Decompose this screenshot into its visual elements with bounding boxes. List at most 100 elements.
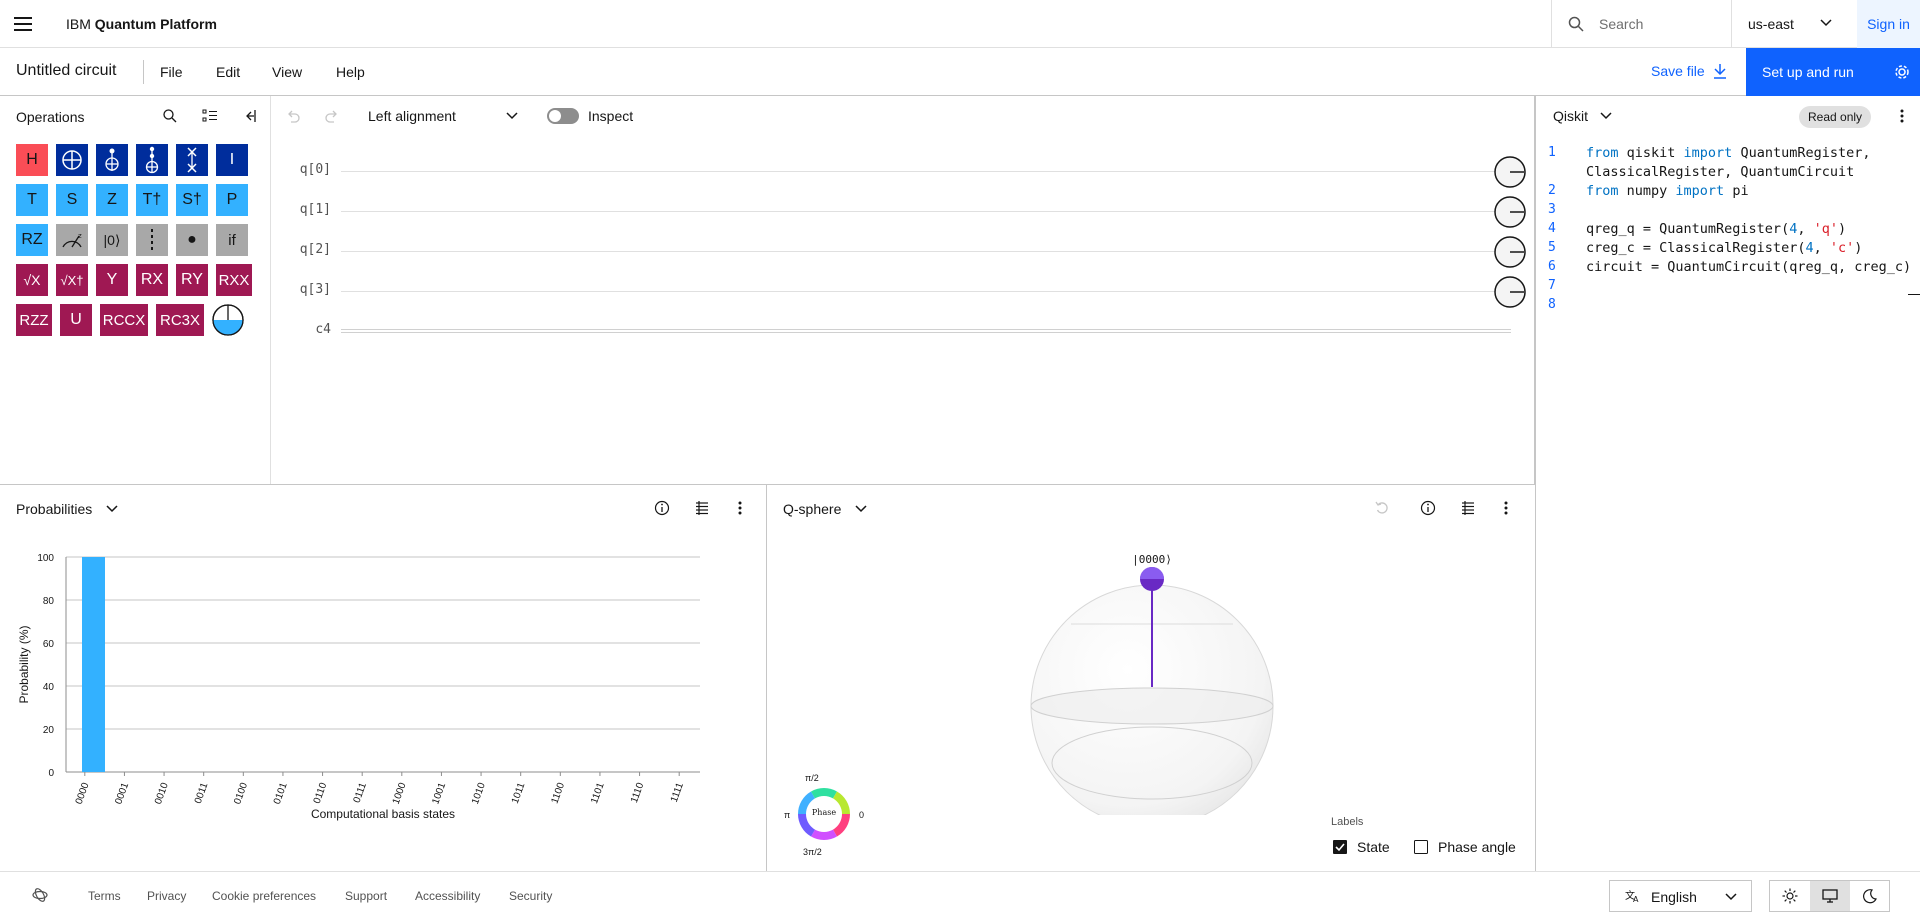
overflow-menu-icon[interactable] bbox=[1900, 108, 1904, 124]
gate-z[interactable]: Z bbox=[96, 184, 128, 216]
gear-icon[interactable] bbox=[1894, 64, 1910, 80]
gate-y[interactable]: Y bbox=[96, 264, 128, 296]
code-line[interactable]: from numpy import pi bbox=[1586, 183, 1749, 199]
info-icon[interactable] bbox=[654, 500, 670, 516]
gate-control[interactable]: ● bbox=[176, 224, 208, 256]
code-line[interactable]: circuit = QuantumCircuit(qreg_q, creg_c) bbox=[1586, 259, 1911, 275]
code-line[interactable]: qreg_q = QuantumRegister(4, 'q') bbox=[1586, 221, 1846, 237]
collapse-panel-icon[interactable] bbox=[242, 108, 258, 124]
state-checkbox[interactable]: State bbox=[1333, 839, 1390, 855]
region-select[interactable]: us-east bbox=[1731, 0, 1857, 48]
menu-file[interactable]: File bbox=[160, 64, 183, 80]
footer-link-accessibility[interactable]: Accessibility bbox=[415, 889, 480, 903]
visualization-select[interactable]: Probabilities bbox=[16, 501, 118, 517]
list-view-icon[interactable] bbox=[202, 108, 218, 124]
phase-disk-icon[interactable] bbox=[1494, 156, 1526, 188]
gate-rx[interactable]: RX bbox=[136, 264, 168, 296]
overflow-menu-icon[interactable] bbox=[738, 500, 742, 516]
gate-rccx[interactable]: RCCX bbox=[100, 304, 148, 336]
gate-ccx[interactable] bbox=[136, 144, 168, 176]
light-theme-button[interactable] bbox=[1770, 881, 1810, 911]
phase-angle-checkbox[interactable]: Phase angle bbox=[1414, 839, 1516, 855]
footer-link-privacy[interactable]: Privacy bbox=[147, 889, 186, 903]
gate-i[interactable]: I bbox=[216, 144, 248, 176]
dark-theme-button[interactable] bbox=[1850, 881, 1890, 911]
menu-help[interactable]: Help bbox=[336, 64, 365, 80]
qsphere-sphere[interactable] bbox=[1017, 545, 1287, 815]
gate-toffoli[interactable] bbox=[96, 144, 128, 176]
gate-sdg[interactable]: S† bbox=[176, 184, 208, 216]
qubit-label[interactable]: q[1] bbox=[271, 202, 331, 217]
phase-disk-icon[interactable] bbox=[1494, 236, 1526, 268]
table-view-icon[interactable] bbox=[1460, 500, 1476, 516]
gate-rzz[interactable]: RZZ bbox=[16, 304, 52, 336]
qubit-label[interactable]: q[0] bbox=[271, 162, 331, 177]
redo-icon[interactable] bbox=[324, 108, 340, 124]
language-select[interactable]: Qiskit bbox=[1553, 108, 1612, 124]
info-icon[interactable] bbox=[1420, 500, 1436, 516]
gate-tdg[interactable]: T† bbox=[136, 184, 168, 216]
scroll-indicator[interactable] bbox=[1908, 294, 1920, 295]
y-tick-label: 100 bbox=[37, 553, 54, 564]
sign-in-button[interactable]: Sign in bbox=[1857, 0, 1920, 48]
ibm-quantum-logo-icon[interactable] bbox=[31, 886, 49, 904]
alignment-select[interactable]: Left alignment bbox=[368, 108, 518, 124]
qubit-wire[interactable] bbox=[341, 251, 1511, 252]
gate-sx[interactable]: √X bbox=[16, 264, 48, 296]
qubit-wire[interactable] bbox=[341, 291, 1511, 292]
table-view-icon[interactable] bbox=[694, 500, 710, 516]
gate-rc3x[interactable]: RC3X bbox=[156, 304, 204, 336]
menu-view[interactable]: View bbox=[272, 64, 302, 80]
undo-icon[interactable] bbox=[285, 108, 301, 124]
gate-barrier[interactable] bbox=[136, 224, 168, 256]
footer-link-terms[interactable]: Terms bbox=[88, 889, 121, 903]
phase-disk-icon[interactable] bbox=[1494, 196, 1526, 228]
qubit-label[interactable]: q[3] bbox=[271, 282, 331, 297]
gate-reset[interactable]: |0⟩ bbox=[96, 224, 128, 256]
code-line[interactable]: ClassicalRegister, QuantumCircuit bbox=[1586, 164, 1854, 180]
footer-link-security[interactable]: Security bbox=[509, 889, 552, 903]
circuit-title[interactable]: Untitled circuit bbox=[16, 62, 116, 80]
footer-link-cookies[interactable]: Cookie preferences bbox=[212, 889, 316, 903]
setup-run-button[interactable]: Set up and run bbox=[1746, 48, 1920, 96]
code-line[interactable]: from qiskit import QuantumRegister, bbox=[1586, 145, 1871, 161]
gate-swap[interactable] bbox=[176, 144, 208, 176]
visualization-select[interactable]: Q-sphere bbox=[783, 501, 867, 517]
hamburger-menu-icon[interactable] bbox=[14, 17, 32, 31]
save-file-button[interactable]: Save file bbox=[1651, 63, 1727, 79]
chevron-down-icon bbox=[506, 111, 518, 121]
gate-rxx[interactable]: RXX bbox=[216, 264, 252, 296]
brand-name[interactable]: IBM Quantum Platform bbox=[66, 0, 217, 48]
x-tick-label: 0010 bbox=[153, 781, 171, 806]
qubit-wire[interactable] bbox=[341, 211, 1511, 212]
phase-disk-icon[interactable] bbox=[1494, 276, 1526, 308]
x-tick-label: 1101 bbox=[589, 781, 607, 805]
qubit-label[interactable]: q[2] bbox=[271, 242, 331, 257]
gate-u[interactable]: U bbox=[60, 304, 92, 336]
gate-sxdg[interactable]: √X† bbox=[56, 264, 88, 296]
gate-s[interactable]: S bbox=[56, 184, 88, 216]
classical-wire[interactable] bbox=[341, 329, 1511, 333]
search-icon[interactable] bbox=[162, 108, 178, 124]
gate-t[interactable]: T bbox=[16, 184, 48, 216]
gate-ry[interactable]: RY bbox=[176, 264, 208, 296]
gate-cnot[interactable] bbox=[56, 144, 88, 176]
code-line[interactable]: creg_c = ClassicalRegister(4, 'c') bbox=[1586, 240, 1862, 256]
classical-register-label[interactable]: c4 bbox=[271, 322, 331, 337]
gate-if[interactable]: if bbox=[216, 224, 248, 256]
phase-disk-icon[interactable] bbox=[212, 304, 244, 336]
gate-measure[interactable]: z bbox=[56, 224, 88, 256]
gate-h[interactable]: H bbox=[16, 144, 48, 176]
system-theme-button[interactable] bbox=[1810, 881, 1850, 911]
gate-rz[interactable]: RZ bbox=[16, 224, 48, 256]
operations-title: Operations bbox=[16, 109, 85, 125]
footer-link-support[interactable]: Support bbox=[345, 889, 387, 903]
search-field[interactable]: Search bbox=[1551, 0, 1731, 48]
inspect-toggle[interactable] bbox=[547, 108, 579, 124]
qubit-wire[interactable] bbox=[341, 171, 1511, 172]
language-select[interactable]: 文A English bbox=[1609, 880, 1752, 912]
overflow-menu-icon[interactable] bbox=[1504, 500, 1508, 516]
gate-p[interactable]: P bbox=[216, 184, 248, 216]
reset-view-icon[interactable] bbox=[1374, 500, 1390, 516]
menu-edit[interactable]: Edit bbox=[216, 64, 240, 80]
